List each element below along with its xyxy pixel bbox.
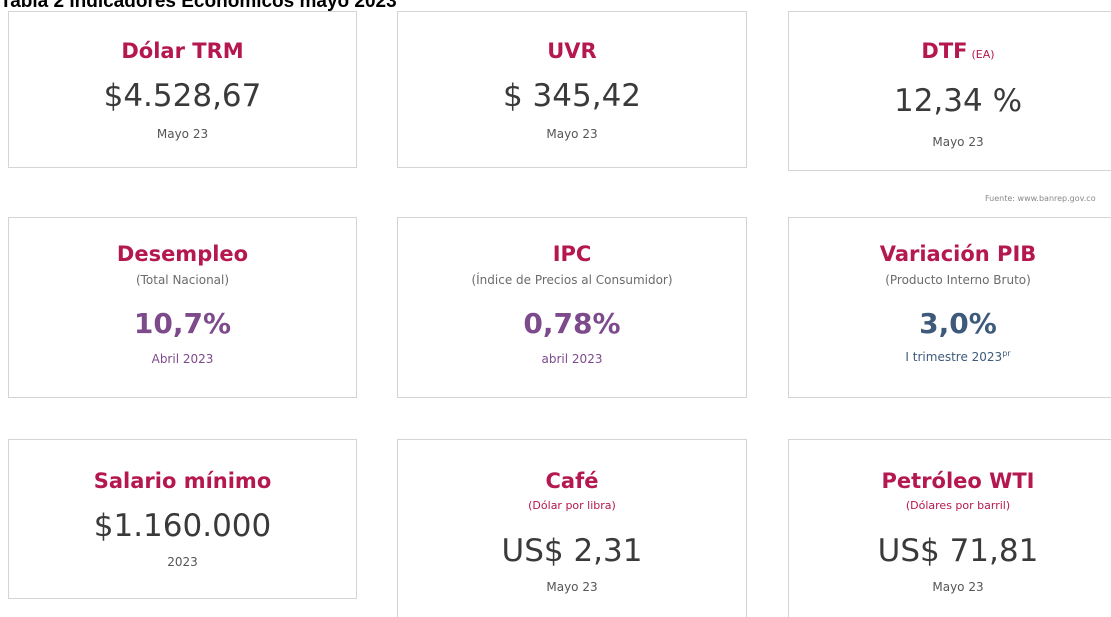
card-date: abril 2023 <box>541 352 603 366</box>
card-value: 0,78% <box>523 307 621 340</box>
card-title: Salario mínimo <box>93 469 272 493</box>
card-value: US$ 71,81 <box>877 533 1039 569</box>
card-title: UVR <box>547 39 597 63</box>
indicators-page: Tabla 2 Indicadores Económicos mayo 2023… <box>0 0 1111 617</box>
card-title: Dólar TRM <box>121 39 244 63</box>
card-cafe: Café (Dólar por libra) US$ 2,31 Mayo 23 <box>397 439 747 617</box>
card-value: 12,34 % <box>893 83 1023 119</box>
card-title: Desempleo <box>116 242 249 266</box>
card-value: $4.528,67 <box>103 78 262 114</box>
card-date: 2023 <box>167 555 198 569</box>
card-subtitle: (Dólar por libra) <box>528 499 616 512</box>
card-subtitle: (Dólares por barril) <box>905 499 1011 512</box>
card-value: $ 345,42 <box>502 78 642 114</box>
card-date: I trimestre 2023pr <box>789 349 1111 364</box>
card-dtf: DTF (EA) 12,34 % Mayo 23 <box>788 11 1111 171</box>
card-variacion-pib: Variación PIB (Producto Interno Bruto) 3… <box>788 217 1111 398</box>
card-dolar-trm: Dólar TRM $4.528,67 Mayo 23 <box>8 11 357 168</box>
card-title: Café <box>545 469 599 493</box>
card-title: DTF (EA) <box>789 39 1111 63</box>
card-date: Mayo 23 <box>546 580 598 594</box>
card-subtitle: (Producto Interno Bruto) <box>885 273 1031 287</box>
card-value: 10,7% <box>133 307 232 340</box>
card-value: $1.160.000 <box>93 508 272 544</box>
card-date: Mayo 23 <box>932 135 984 149</box>
card-title-text: DTF <box>921 39 968 63</box>
card-title-suffix: (EA) <box>971 48 995 61</box>
card-date-sup: pr <box>1002 349 1011 358</box>
card-value: 3,0% <box>919 307 997 340</box>
card-salario-minimo: Salario mínimo $1.160.000 2023 <box>8 439 357 599</box>
source-note: Fuente: www.banrep.gov.co <box>985 194 1096 203</box>
card-desempleo: Desempleo (Total Nacional) 10,7% Abril 2… <box>8 217 357 398</box>
card-date: Mayo 23 <box>546 127 598 141</box>
card-date: Mayo 23 <box>932 580 984 594</box>
card-title: Petróleo WTI <box>881 469 1035 493</box>
card-date: Mayo 23 <box>156 127 209 141</box>
card-date-text: I trimestre 2023 <box>905 350 1003 364</box>
card-uvr: UVR $ 345,42 Mayo 23 <box>397 11 747 168</box>
card-subtitle: (Índice de Precios al Consumidor) <box>471 273 673 287</box>
card-title: Variación PIB <box>879 242 1037 266</box>
card-ipc: IPC (Índice de Precios al Consumidor) 0,… <box>397 217 747 398</box>
card-title: IPC <box>552 242 592 266</box>
card-petroleo-wti: Petróleo WTI (Dólares por barril) US$ 71… <box>788 439 1111 617</box>
card-value: US$ 2,31 <box>501 533 643 569</box>
card-date: Abril 2023 <box>151 352 214 366</box>
card-subtitle: (Total Nacional) <box>135 273 230 287</box>
